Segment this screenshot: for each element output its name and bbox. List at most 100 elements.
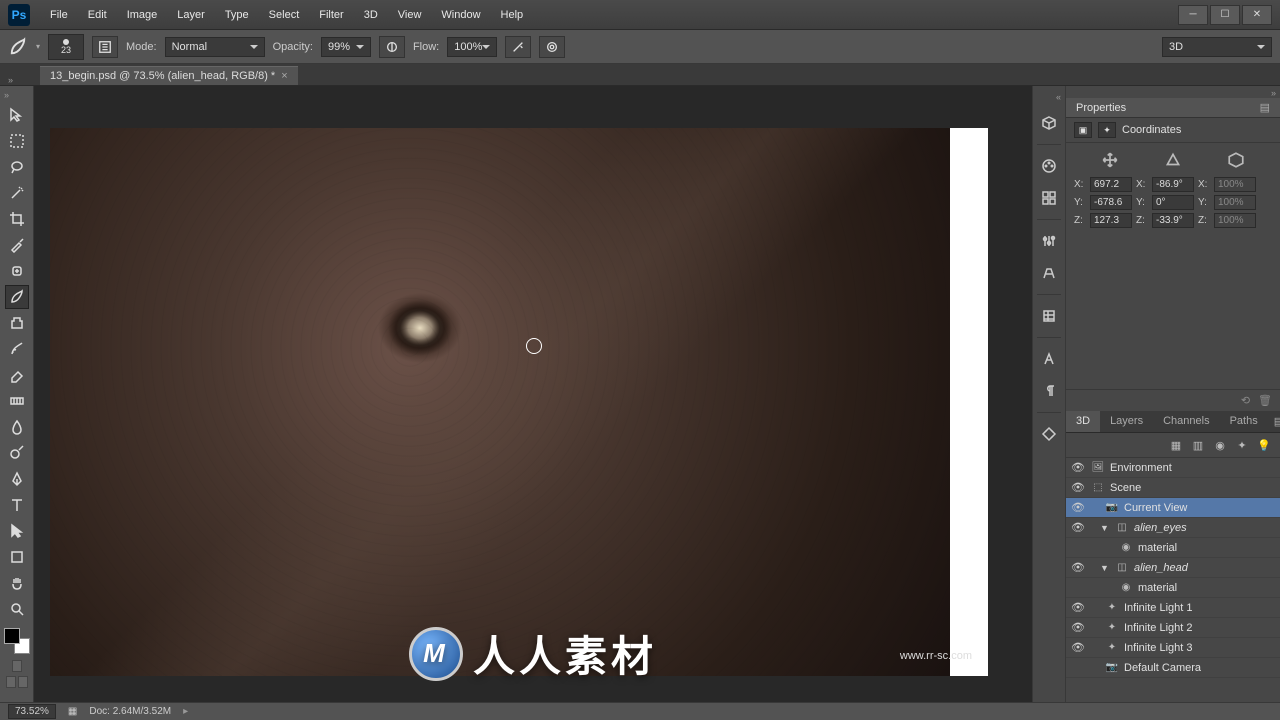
tree-row[interactable]: 👁▼◫alien_eyes (1066, 518, 1280, 538)
workspace-select[interactable]: 3D (1162, 37, 1272, 57)
menu-window[interactable]: Window (431, 5, 490, 25)
tab-channels[interactable]: Channels (1153, 411, 1219, 432)
filter-light-icon[interactable]: ✦ (1234, 437, 1250, 453)
adjustments-panel-icon[interactable] (1038, 230, 1060, 252)
collapse-chevron-icon[interactable]: » (1271, 88, 1276, 98)
color-panel-icon[interactable] (1038, 155, 1060, 177)
tab-3d[interactable]: 3D (1066, 411, 1100, 432)
color-swatches[interactable] (4, 628, 30, 654)
tree-row[interactable]: 👁⬚Scene (1066, 478, 1280, 498)
coordinates-icon[interactable]: ✦ (1098, 122, 1116, 138)
move-tool[interactable] (5, 103, 29, 127)
menu-select[interactable]: Select (259, 5, 310, 25)
filter-scene-icon[interactable]: ▦ (1168, 437, 1184, 453)
trash-icon[interactable]: 🗑 (1258, 394, 1272, 407)
screen-mode-button[interactable] (6, 676, 16, 688)
tree-row[interactable]: 👁✦Infinite Light 3 (1066, 638, 1280, 658)
tab-paths[interactable]: Paths (1220, 411, 1268, 432)
coord-z-rotation-input[interactable]: -33.9° (1152, 213, 1194, 228)
disclose-chevron-icon[interactable]: ▼ (1100, 563, 1110, 573)
panel-menu-icon[interactable]: ▤ (1260, 101, 1270, 114)
collapse-chevron-icon[interactable]: » (4, 90, 9, 100)
disclose-chevron-icon[interactable]: ▼ (1100, 523, 1110, 533)
tree-row[interactable]: 📷Default Camera (1066, 658, 1280, 678)
paragraph-panel-icon[interactable] (1038, 380, 1060, 402)
coord-y-rotation-input[interactable]: 0° (1152, 195, 1194, 210)
menu-3d[interactable]: 3D (354, 5, 388, 25)
visibility-eye-icon[interactable]: 👁 (1070, 521, 1086, 534)
lasso-tool[interactable] (5, 155, 29, 179)
blur-tool[interactable] (5, 415, 29, 439)
foreground-color-swatch[interactable] (4, 628, 20, 644)
current-tool-icon[interactable] (8, 37, 28, 57)
tree-row[interactable]: ◉material (1066, 578, 1280, 598)
shape-tool[interactable] (5, 545, 29, 569)
brushes-panel-icon[interactable] (1038, 305, 1060, 327)
blend-mode-select[interactable]: Normal (165, 37, 265, 57)
menu-filter[interactable]: Filter (309, 5, 353, 25)
3d-panel-icon[interactable] (1038, 112, 1060, 134)
doc-info-icon[interactable]: ▦ (68, 706, 77, 717)
menu-image[interactable]: Image (117, 5, 168, 25)
visibility-eye-icon[interactable]: 👁 (1070, 561, 1086, 574)
expand-chevron-icon[interactable]: « (1056, 92, 1061, 102)
pressure-opacity-button[interactable] (379, 36, 405, 58)
menu-type[interactable]: Type (215, 5, 259, 25)
opacity-input[interactable]: 99% (321, 37, 371, 57)
hand-tool[interactable] (5, 571, 29, 595)
coord-x-position-input[interactable]: 697.2 (1090, 177, 1132, 192)
visibility-eye-icon[interactable]: 👁 (1070, 481, 1086, 494)
swatches-panel-icon[interactable] (1038, 187, 1060, 209)
dodge-tool[interactable] (5, 441, 29, 465)
zoom-level-input[interactable]: 73.52% (8, 704, 56, 719)
magic-wand-tool[interactable] (5, 181, 29, 205)
quickmask-toggle[interactable] (12, 660, 22, 672)
history-brush-tool[interactable] (5, 337, 29, 361)
properties-panel-tab[interactable]: Properties ▤ (1066, 98, 1280, 118)
document-tab[interactable]: 13_begin.psd @ 73.5% (alien_head, RGB/8)… (40, 66, 298, 85)
filter-material-icon[interactable]: ◉ (1212, 437, 1228, 453)
visibility-eye-icon[interactable]: 👁 (1070, 461, 1086, 474)
clone-stamp-tool[interactable] (5, 311, 29, 335)
scale-mode-icon[interactable] (1222, 149, 1250, 171)
collapse-chevron-icon[interactable]: » (8, 75, 13, 85)
panel-menu-icon[interactable]: ▤ (1268, 411, 1280, 432)
menu-layer[interactable]: Layer (167, 5, 215, 25)
coord-y-position-input[interactable]: -678.6 (1090, 195, 1132, 210)
menu-edit[interactable]: Edit (78, 5, 117, 25)
visibility-eye-icon[interactable]: 👁 (1070, 641, 1086, 654)
move-mode-icon[interactable] (1096, 149, 1124, 171)
tree-row[interactable]: 👁✦Infinite Light 1 (1066, 598, 1280, 618)
window-close-button[interactable]: ✕ (1242, 5, 1272, 25)
visibility-eye-icon[interactable]: 👁 (1070, 601, 1086, 614)
camera-icon[interactable]: ▣ (1074, 122, 1092, 138)
path-selection-tool[interactable] (5, 519, 29, 543)
pressure-size-button[interactable] (539, 36, 565, 58)
canvas-area[interactable]: M 人人素材 www.rr-sc.com (34, 86, 1032, 702)
chevron-down-icon[interactable]: ▾ (36, 42, 40, 51)
visibility-eye-icon[interactable]: 👁 (1070, 501, 1086, 514)
close-tab-icon[interactable]: × (281, 70, 287, 82)
healing-brush-tool[interactable] (5, 259, 29, 283)
document-canvas[interactable] (50, 128, 988, 676)
tab-layers[interactable]: Layers (1100, 411, 1153, 432)
rotate-mode-icon[interactable] (1159, 149, 1187, 171)
visibility-eye-icon[interactable]: 👁 (1070, 621, 1086, 634)
filter-camera-icon[interactable]: 💡 (1256, 437, 1272, 453)
screen-mode-button[interactable] (18, 676, 28, 688)
tree-row[interactable]: ◉material (1066, 538, 1280, 558)
flow-input[interactable]: 100% (447, 37, 497, 57)
tree-row[interactable]: 👁✦Infinite Light 2 (1066, 618, 1280, 638)
tree-row[interactable]: 👁📷Current View (1066, 498, 1280, 518)
brush-panel-toggle-button[interactable] (92, 36, 118, 58)
marquee-tool[interactable] (5, 129, 29, 153)
brush-preset-picker[interactable]: 23 (48, 34, 84, 60)
coord-x-rotation-input[interactable]: -86.9° (1152, 177, 1194, 192)
tool-presets-icon[interactable] (1038, 423, 1060, 445)
tree-row[interactable]: 👁🖼Environment (1066, 458, 1280, 478)
type-tool[interactable] (5, 493, 29, 517)
filter-mesh-icon[interactable]: ▥ (1190, 437, 1206, 453)
crop-tool[interactable] (5, 207, 29, 231)
character-panel-icon[interactable] (1038, 348, 1060, 370)
menu-view[interactable]: View (388, 5, 432, 25)
